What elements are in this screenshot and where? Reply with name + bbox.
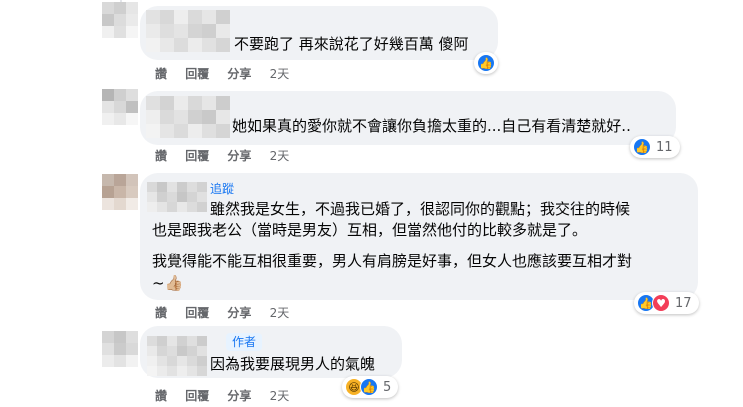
reply-button[interactable]: 回覆 bbox=[185, 149, 209, 163]
timestamp[interactable]: 2天 bbox=[270, 149, 290, 163]
reaction-summary[interactable]: 👍 11 bbox=[630, 136, 680, 158]
commenter-name-blurred[interactable] bbox=[147, 336, 207, 376]
follow-link[interactable]: 追蹤 bbox=[210, 180, 234, 197]
avatar[interactable] bbox=[102, 174, 138, 210]
comment-text-line-4: ~👍🏼 bbox=[152, 274, 184, 292]
like-button[interactable]: 讚 bbox=[155, 67, 167, 81]
share-button[interactable]: 分享 bbox=[227, 306, 251, 320]
commenter-name-blurred[interactable] bbox=[146, 96, 230, 138]
commenter-name-blurred[interactable] bbox=[146, 10, 230, 52]
avatar[interactable] bbox=[102, 331, 138, 367]
share-button[interactable]: 分享 bbox=[227, 67, 251, 81]
avatar[interactable] bbox=[102, 89, 138, 125]
comment-actions: 讚 回覆 分享 2天 bbox=[155, 66, 303, 82]
like-icon: 👍 bbox=[477, 54, 495, 72]
share-button[interactable]: 分享 bbox=[227, 389, 251, 403]
like-icon: 👍 bbox=[633, 138, 651, 156]
like-button[interactable]: 讚 bbox=[155, 306, 167, 320]
comment-text: 不要跑了 再來說花了好幾百萬 傻阿 bbox=[234, 35, 469, 53]
comment-actions: 讚 回覆 分享 2天 bbox=[155, 305, 303, 321]
share-button[interactable]: 分享 bbox=[227, 149, 251, 163]
comment-text-line-2: 也是跟我老公（當時是男友）互相，但當然他付的比較多就是了。 bbox=[152, 221, 588, 239]
reaction-count: 17 bbox=[675, 295, 692, 311]
avatar[interactable] bbox=[102, 2, 138, 38]
reaction-summary[interactable]: 👍 bbox=[474, 52, 498, 74]
timestamp[interactable]: 2天 bbox=[270, 306, 290, 320]
like-button[interactable]: 讚 bbox=[155, 149, 167, 163]
comment-text-line-3: 我覺得能不能互相很重要，男人有肩膀是好事，但女人也應該要互相才對 bbox=[152, 252, 633, 270]
commenter-name-blurred[interactable] bbox=[147, 182, 207, 212]
timestamp[interactable]: 2天 bbox=[270, 389, 290, 403]
reply-button[interactable]: 回覆 bbox=[185, 306, 209, 320]
reply-button[interactable]: 回覆 bbox=[185, 67, 209, 81]
reaction-summary[interactable]: 👍 ♥ 17 bbox=[634, 292, 699, 314]
reply-button[interactable]: 回覆 bbox=[185, 389, 209, 403]
like-icon: 👍 bbox=[360, 378, 378, 396]
reaction-count: 11 bbox=[656, 139, 673, 155]
timestamp[interactable]: 2天 bbox=[270, 67, 290, 81]
comment-actions: 讚 回覆 分享 2天 bbox=[155, 148, 303, 164]
comment-actions: 讚 回覆 分享 2天 bbox=[155, 388, 303, 404]
comment-text-line-1: 雖然我是女生，不過我已婚了，很認同你的觀點；我交往的時候 bbox=[210, 200, 631, 218]
love-icon: ♥ bbox=[652, 294, 670, 312]
comment-text: 因為我要展現男人的氣魄 bbox=[210, 355, 376, 373]
like-button[interactable]: 讚 bbox=[155, 389, 167, 403]
reaction-summary[interactable]: 😆 👍 5 bbox=[342, 376, 399, 398]
reaction-count: 5 bbox=[383, 379, 392, 395]
comment-text: 她如果真的愛你就不會讓你負擔太重的...自己有看清楚就好.. bbox=[232, 117, 631, 135]
author-badge: 作者 bbox=[226, 333, 263, 351]
